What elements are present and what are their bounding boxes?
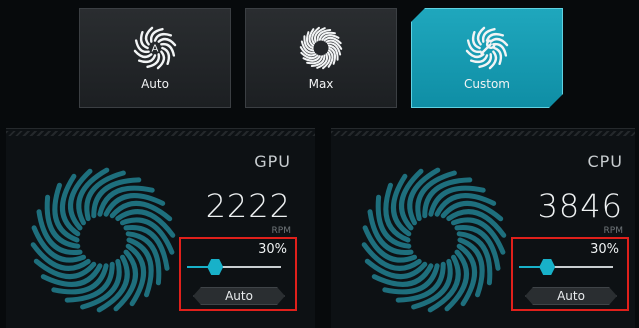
gpu-speed-slider-track[interactable] — [187, 266, 281, 268]
cpu-fan-name: CPU — [587, 152, 623, 171]
gpu-speed-control: 30% Auto — [179, 237, 297, 311]
mode-max-label: Max — [308, 77, 334, 91]
gpu-fan-panel: GPU 2222 RPM 30% Auto — [6, 128, 315, 328]
gpu-fan-icon — [30, 167, 176, 313]
fan-max-icon — [299, 26, 343, 70]
cpu-fan-panel: CPU 3846 RPM 30% Auto — [331, 128, 635, 328]
gpu-speed-slider-thumb[interactable] — [207, 259, 224, 275]
cpu-auto-button[interactable]: Auto — [525, 287, 617, 305]
cpu-speed-slider-track[interactable] — [519, 266, 613, 268]
mode-auto-button[interactable]: A Auto — [79, 8, 231, 108]
cpu-speed-percent: 30% — [590, 242, 619, 257]
gpu-auto-button[interactable]: Auto — [193, 287, 285, 305]
svg-text:A: A — [152, 44, 159, 55]
cpu-speed-control: 30% Auto — [511, 237, 629, 311]
gpu-fan-name: GPU — [254, 152, 291, 171]
cpu-rpm-value: 3846 — [537, 187, 623, 225]
fan-custom-icon — [465, 26, 509, 70]
gpu-rpm-value: 2222 — [205, 187, 291, 225]
mode-auto-label: Auto — [141, 77, 169, 91]
mode-max-button[interactable]: Max — [245, 8, 397, 108]
gpu-rpm-unit: RPM — [271, 226, 291, 236]
cpu-rpm-unit: RPM — [603, 226, 623, 236]
cpu-speed-slider-thumb[interactable] — [539, 259, 556, 275]
mode-custom-label: Custom — [464, 77, 510, 91]
mode-custom-button[interactable]: Custom — [411, 8, 563, 108]
cpu-fan-icon — [361, 167, 507, 313]
gpu-speed-percent: 30% — [258, 242, 287, 257]
fan-auto-icon: A — [133, 26, 177, 70]
